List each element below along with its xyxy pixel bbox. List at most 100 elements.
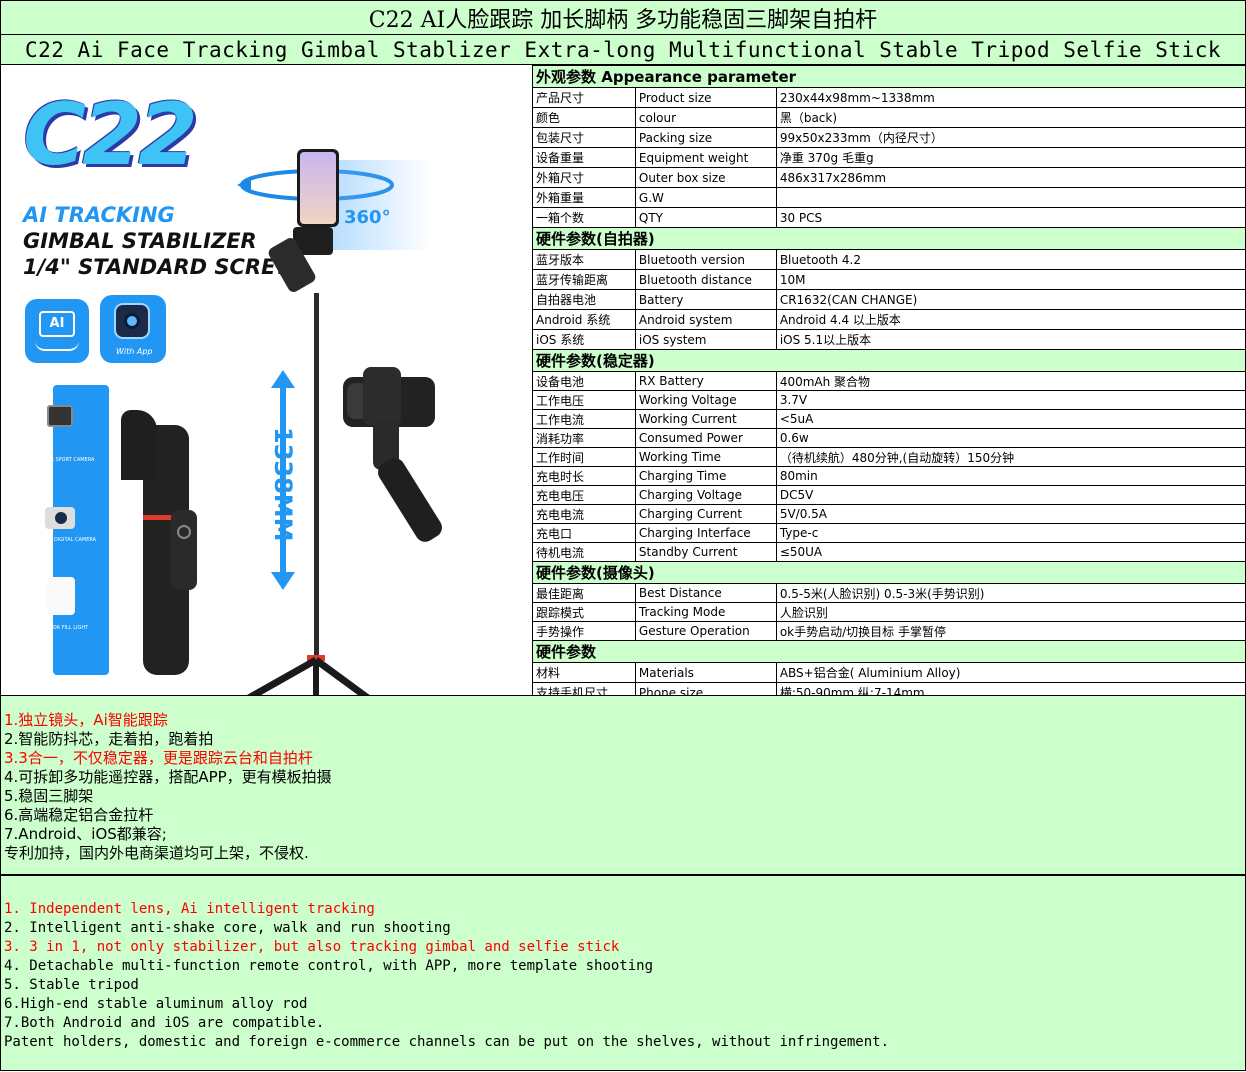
spec-label-en: QTY [634, 207, 777, 228]
ai-badge-icon: AI [25, 299, 89, 363]
accessory-panel: FOR SPORT CAMERA FOR DIGITAL CAMERA FOR … [42, 385, 109, 675]
feature-en-7: 7.Both Android and iOS are compatible. [4, 1015, 325, 1031]
spec-label-cn: 充电电压 [532, 485, 636, 505]
gimbal-label: GIMBAL STABILIZER [23, 229, 257, 253]
spec-label-en: Bluetooth version [634, 249, 777, 270]
digital-camera-icon [45, 507, 75, 529]
spec-value: DC5V [775, 485, 1246, 505]
spec-label-cn: 包装尺寸 [532, 127, 636, 148]
length-label: 1338MM [269, 427, 297, 542]
spec-label-en: Charging Voltage [634, 485, 777, 505]
spec-label-cn: Android 系统 [532, 309, 636, 330]
spec-row: 蓝牙传输距离 Bluetooth distance 10M [532, 269, 1246, 290]
ai-tracking-label: AI TRACKING [23, 203, 175, 227]
spec-label-cn: 一箱个数 [532, 207, 636, 228]
spec-label-en: Working Current [634, 409, 777, 429]
spec-label-cn: 设备电池 [532, 371, 636, 391]
feature-cn-6: 6.高端稳定铝合金拉杆 [4, 806, 154, 824]
extension-rod [314, 293, 319, 663]
spec-table: 外观参数 Appearance parameter 产品尺寸 Product siz… [532, 65, 1246, 703]
spec-label-en: Outer box size [634, 167, 777, 188]
spec-label-cn: 手势操作 [532, 621, 636, 641]
spec-label-en: Consumed Power [634, 428, 777, 448]
product-photo: C22 AI TRACKING GIMBAL STABILIZER 1/4" S… [0, 65, 532, 695]
spec-label-en: Battery [634, 289, 777, 310]
spec-label-cn: 充电电流 [532, 504, 636, 524]
spec-value: 30 PCS [775, 207, 1246, 228]
spec-value: Type-c [775, 523, 1246, 543]
spec-value: ≤50UA [775, 542, 1246, 562]
spec-value: iOS 5.1以上版本 [775, 329, 1246, 350]
spec-label-cn: 工作电压 [532, 390, 636, 410]
degree-label: 360° [344, 207, 391, 228]
feature-cn-2: 2.智能防抖芯，走着拍，跑着拍 [4, 730, 214, 748]
spec-row: 充电时长 Charging Time 80min [532, 466, 1246, 486]
sport-camera-icon [47, 405, 73, 427]
phone-top [297, 149, 339, 227]
spec-value: ABS+铝合金( Aluminium Alloy) [775, 662, 1246, 683]
spec-label-cn: 待机电流 [532, 542, 636, 562]
spec-value: 230x44x98mm~1338mm [775, 87, 1246, 108]
spec-label-cn: 蓝牙版本 [532, 249, 636, 270]
screw-label: 1/4" STANDARD SCREW [23, 255, 299, 279]
spec-value: 净重 370g 毛重g [775, 147, 1246, 168]
spec-row: 一箱个数 QTY 30 PCS [532, 207, 1246, 228]
spec-value: 400mAh 聚合物 [775, 371, 1246, 391]
feature-en-3: 3. 3 in 1, not only stabilizer, but also… [4, 939, 620, 955]
spec-row: 工作电压 Working Voltage 3.7V [532, 390, 1246, 410]
title-cn: C22 AI人脸跟踪 加长脚柄 多功能稳固三脚架自拍杆 [0, 0, 1246, 35]
fill-light-icon [47, 577, 75, 615]
spec-row: 充电电压 Charging Voltage DC5V [532, 485, 1246, 505]
spec-row: 充电口 Charging Interface Type-c [532, 523, 1246, 543]
spec-row: 外箱重量 G.W [532, 187, 1246, 208]
spec-value: <5uA [775, 409, 1246, 429]
spec-label-en: G.W [634, 187, 777, 208]
spec-label-en: Standby Current [634, 542, 777, 562]
spec-row: 产品尺寸 Product size 230x44x98mm~1338mm [532, 87, 1246, 108]
spec-label-cn: 工作时间 [532, 447, 636, 467]
spec-label-cn: 消耗功率 [532, 428, 636, 448]
spec-label-en: Gesture Operation [634, 621, 777, 641]
spec-label-en: iOS system [634, 329, 777, 350]
spec-row: 材料 Materials ABS+铝合金( Aluminium Alloy) [532, 662, 1246, 683]
feature-cn-4: 4.可拆卸多功能遥控器，搭配APP，更有模板拍摄 [4, 768, 332, 786]
features-en: 1. Independent lens, Ai intelligent trac… [0, 875, 1246, 1071]
spec-row: Android 系统 Android system Android 4.4 以上版本 [532, 309, 1246, 330]
spec-row: 自拍器电池 Battery CR1632(CAN CHANGE) [532, 289, 1246, 310]
spec-row: 跟踪模式 Tracking Mode 人脸识别 [532, 602, 1246, 622]
feature-en-1: 1. Independent lens, Ai intelligent trac… [4, 901, 375, 917]
spec-value: 99x50x233mm（内径尺寸） [775, 127, 1246, 148]
spec-label-cn: 充电口 [532, 523, 636, 543]
spec-value: Bluetooth 4.2 [775, 249, 1246, 270]
feature-cn-note: 专利加持，国内外电商渠道均可上架，不侵权. [4, 844, 309, 862]
spec-row: iOS 系统 iOS system iOS 5.1以上版本 [532, 329, 1246, 350]
spec-label-en: Materials [634, 662, 777, 683]
spec-row: 工作电流 Working Current <5uA [532, 409, 1246, 429]
title-en: C22 Ai Face Tracking Gimbal Stablizer Ex… [0, 35, 1246, 65]
feature-cn-5: 5.稳固三脚架 [4, 787, 94, 805]
spec-label-cn: 设备重量 [532, 147, 636, 168]
section-title: 硬件参数(摄像头) [532, 561, 1246, 584]
spec-label-cn: 材料 [532, 662, 636, 683]
spec-label-en: Bluetooth distance [634, 269, 777, 290]
spec-value: Android 4.4 以上版本 [775, 309, 1246, 330]
spec-row: 蓝牙版本 Bluetooth version Bluetooth 4.2 [532, 249, 1246, 270]
spec-label-cn: 充电时长 [532, 466, 636, 486]
feature-cn-3: 3.3合一，不仅稳定器，更是跟踪云台和自拍杆 [4, 749, 313, 767]
section-hw-general: 硬件参数 [532, 640, 1246, 663]
spec-value: 人脸识别 [775, 602, 1246, 622]
spec-row: 工作时间 Working Time （待机续航）480分钟,(自动旋转）150分钟 [532, 447, 1246, 467]
spec-row: 外箱尺寸 Outer box size 486x317x286mm [532, 167, 1246, 188]
spec-label-en: Packing size [634, 127, 777, 148]
spec-label-cn: 跟踪模式 [532, 602, 636, 622]
feature-cn-1: 1.独立镜头，Ai智能跟踪 [4, 711, 168, 729]
spec-label-en: RX Battery [634, 371, 777, 391]
spec-label-cn: 自拍器电池 [532, 289, 636, 310]
feature-cn-7: 7.Android、iOS都兼容; [4, 825, 167, 843]
spec-label-en: Working Time [634, 447, 777, 467]
spec-label-en: Working Voltage [634, 390, 777, 410]
mount-clip [121, 410, 157, 480]
feature-en-4: 4. Detachable multi-function remote cont… [4, 958, 654, 974]
spec-label-en: Charging Interface [634, 523, 777, 543]
app-badge-icon: With App [100, 295, 166, 363]
